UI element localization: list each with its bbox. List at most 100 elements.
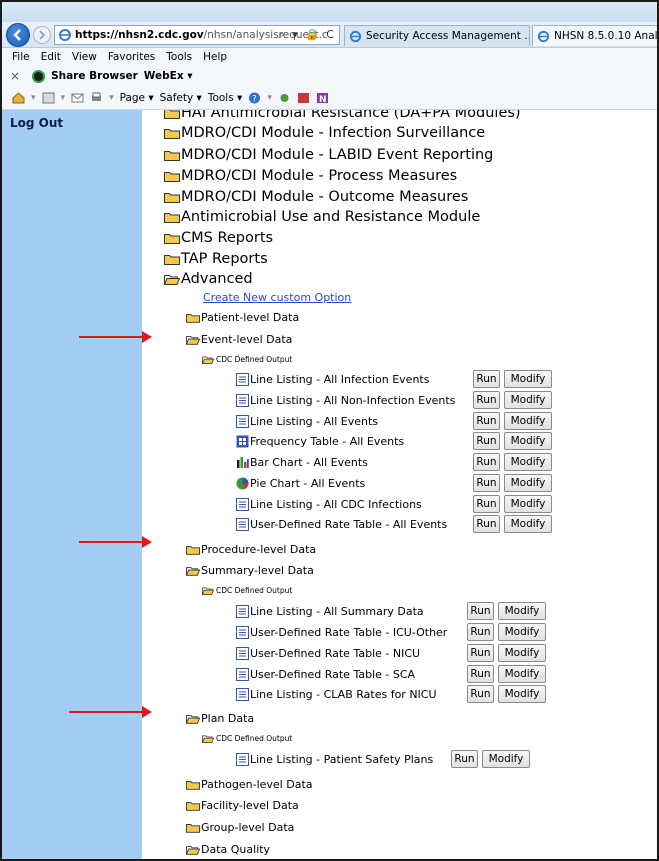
- ie-tab-icon: [349, 30, 362, 42]
- tree-item-patient-level[interactable]: Patient-level Data: [186, 309, 299, 325]
- tree-item-data-quality[interactable]: Data Quality: [186, 841, 270, 857]
- report-row[interactable]: User-Defined Rate Table - SCA: [236, 664, 415, 684]
- folder-open-icon: [164, 275, 180, 285]
- address-controls[interactable]: ⌕ ▾ 🔒 C: [278, 28, 336, 42]
- run-button[interactable]: Run: [473, 495, 500, 513]
- tree-item-facility-level[interactable]: Facility-level Data: [186, 797, 299, 813]
- modify-button[interactable]: Modify: [504, 453, 552, 471]
- menu-help[interactable]: Help: [203, 51, 227, 63]
- menu-view[interactable]: View: [72, 51, 97, 63]
- home-icon[interactable]: [12, 91, 25, 104]
- address-bar[interactable]: https://nhsn2.cdc.gov/nhsn/analysisreque…: [54, 25, 340, 45]
- report-row[interactable]: Line Listing - All Non-Infection Events: [236, 390, 455, 410]
- run-button[interactable]: Run: [467, 685, 494, 703]
- tree-item-cms-reports[interactable]: CMS Reports: [164, 228, 273, 248]
- tab-security-access[interactable]: Security Access Management ...: [344, 25, 530, 46]
- run-button[interactable]: Run: [473, 391, 500, 409]
- menu-edit[interactable]: Edit: [41, 51, 61, 63]
- tree-item-cdc-defined-output[interactable]: CDC Defined Output: [202, 583, 292, 597]
- report-row[interactable]: Line Listing - All Summary Data: [236, 601, 424, 621]
- safety-menu[interactable]: Safety ▾: [160, 92, 202, 104]
- tree-item-mdro-outcome[interactable]: MDRO/CDI Module - Outcome Measures: [164, 187, 468, 207]
- close-icon[interactable]: ×: [10, 69, 20, 83]
- back-button[interactable]: [6, 23, 30, 47]
- folder-open-icon: [186, 335, 200, 345]
- run-button[interactable]: Run: [473, 432, 500, 450]
- print-icon[interactable]: [90, 92, 103, 104]
- tree-item-advanced[interactable]: Advanced: [164, 269, 253, 289]
- tree-item-summary-level[interactable]: Summary-level Data: [186, 562, 314, 578]
- tree-item-mdro-infection[interactable]: MDRO/CDI Module - Infection Surveillance: [164, 123, 485, 143]
- report-row[interactable]: User-Defined Rate Table - NICU: [236, 643, 420, 663]
- tree-item-event-level[interactable]: Event-level Data: [186, 331, 292, 347]
- tree-item-mdro-labid[interactable]: MDRO/CDI Module - LABID Event Reporting: [164, 145, 493, 165]
- tree-item-mdro-process[interactable]: MDRO/CDI Module - Process Measures: [164, 166, 457, 186]
- tools-menu[interactable]: Tools ▾: [208, 92, 242, 104]
- report-row[interactable]: Line Listing - Patient Safety Plans: [236, 749, 433, 769]
- run-button[interactable]: Run: [473, 515, 500, 533]
- share-browser-button[interactable]: Share Browser: [51, 70, 138, 82]
- run-button[interactable]: Run: [473, 412, 500, 430]
- webex-button[interactable]: WebEx ▾: [144, 70, 193, 82]
- tab-nhsn-analysis[interactable]: NHSN 8.5.0.10 Analysis: [532, 25, 659, 46]
- tree-item-hai-amr[interactable]: HAI Antimicrobial Resistance (DA+PA Modu…: [164, 110, 521, 123]
- modify-button[interactable]: Modify: [498, 665, 546, 683]
- help-dropdown[interactable]: ▾: [267, 93, 272, 103]
- menu-tools[interactable]: Tools: [166, 51, 192, 63]
- report-row[interactable]: Frequency Table - All Events: [236, 431, 404, 451]
- tree-item-label: CDC Defined Output: [216, 585, 293, 595]
- run-button[interactable]: Run: [473, 370, 500, 388]
- modify-button[interactable]: Modify: [504, 412, 552, 430]
- tree-item-group-level[interactable]: Group-level Data: [186, 819, 294, 835]
- help-icon[interactable]: ?: [248, 92, 261, 104]
- tree-item-cdc-defined-output[interactable]: CDC Defined Output: [202, 731, 292, 745]
- modify-button[interactable]: Modify: [504, 474, 552, 492]
- modify-button[interactable]: Modify: [504, 391, 552, 409]
- run-button[interactable]: Run: [451, 750, 478, 768]
- logout-link[interactable]: Log Out: [10, 116, 63, 130]
- tree-item-pathogen-level[interactable]: Pathogen-level Data: [186, 776, 313, 792]
- run-button[interactable]: Run: [467, 602, 494, 620]
- run-button[interactable]: Run: [467, 665, 494, 683]
- tree-item-antimicrobial[interactable]: Antimicrobial Use and Resistance Module: [164, 207, 480, 227]
- report-row[interactable]: Pie Chart - All Events: [236, 473, 365, 493]
- report-row[interactable]: Line Listing - All Events: [236, 411, 378, 431]
- modify-button[interactable]: Modify: [504, 432, 552, 450]
- modify-button[interactable]: Modify: [482, 750, 530, 768]
- menu-file[interactable]: File: [12, 51, 30, 63]
- tree-item-tap-reports[interactable]: TAP Reports: [164, 249, 268, 269]
- menu-favorites[interactable]: Favorites: [108, 51, 155, 63]
- create-custom-option-link[interactable]: Create New custom Option: [203, 291, 351, 304]
- tree-item-plan-data[interactable]: Plan Data: [186, 710, 254, 726]
- report-row[interactable]: Line Listing - All Infection Events: [236, 369, 429, 389]
- run-button[interactable]: Run: [467, 644, 494, 662]
- report-row[interactable]: Bar Chart - All Events: [236, 452, 368, 472]
- mail-icon[interactable]: [71, 92, 84, 104]
- modify-button[interactable]: Modify: [498, 644, 546, 662]
- folder-closed-icon: [164, 151, 180, 161]
- translate-icon[interactable]: [297, 92, 310, 104]
- page-menu[interactable]: Page ▾: [120, 92, 154, 104]
- research-icon[interactable]: [278, 92, 291, 104]
- onenote-icon[interactable]: N: [316, 92, 329, 104]
- report-label: Line Listing - All Events: [250, 414, 378, 428]
- modify-button[interactable]: Modify: [504, 370, 552, 388]
- modify-button[interactable]: Modify: [498, 602, 546, 620]
- feeds-icon[interactable]: [42, 92, 55, 104]
- tree-item-procedure-level[interactable]: Procedure-level Data: [186, 541, 316, 557]
- report-row[interactable]: User-Defined Rate Table - ICU-Other: [236, 622, 447, 642]
- run-button[interactable]: Run: [473, 453, 500, 471]
- modify-button[interactable]: Modify: [498, 685, 546, 703]
- run-button[interactable]: Run: [467, 623, 494, 641]
- forward-button[interactable]: [33, 26, 51, 44]
- modify-button[interactable]: Modify: [498, 623, 546, 641]
- tree-item-cdc-defined-output[interactable]: CDC Defined Output: [202, 352, 292, 366]
- report-row[interactable]: User-Defined Rate Table - All Events: [236, 514, 447, 534]
- modify-button[interactable]: Modify: [504, 515, 552, 533]
- report-row[interactable]: Line Listing - CLAB Rates for NICU: [236, 684, 437, 704]
- tree-item-label: MDRO/CDI Module - LABID Event Reporting: [181, 147, 494, 163]
- modify-button[interactable]: Modify: [504, 495, 552, 513]
- run-button[interactable]: Run: [473, 474, 500, 492]
- frequency-table-icon: [236, 435, 249, 447]
- report-row[interactable]: Line Listing - All CDC Infections: [236, 494, 422, 514]
